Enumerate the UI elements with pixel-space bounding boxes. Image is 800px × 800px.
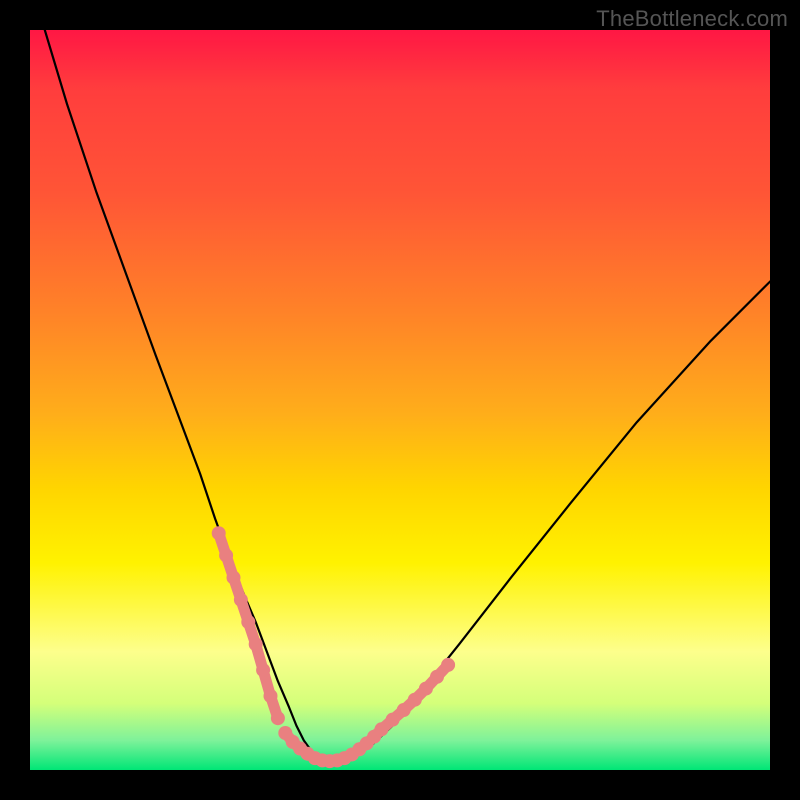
highlight-bottom <box>278 726 359 768</box>
highlight-left-dot <box>227 571 241 585</box>
highlight-right-dot <box>408 693 422 707</box>
highlight-left-dot <box>264 689 278 703</box>
highlight-left-dot <box>256 663 270 677</box>
highlight-left-dot <box>234 593 248 607</box>
highlight-right-dot <box>375 722 389 736</box>
highlight-right-dot <box>386 713 400 727</box>
curve-line <box>45 30 770 761</box>
highlight-left-dot <box>219 548 233 562</box>
highlight-right <box>352 658 455 756</box>
highlight-right-dot <box>397 703 411 717</box>
highlight-right-dot <box>430 670 444 684</box>
watermark-text: TheBottleneck.com <box>596 6 788 32</box>
highlight-left-dot <box>249 637 263 651</box>
highlight-left <box>212 526 285 725</box>
chart-svg <box>30 30 770 770</box>
highlight-right-dot <box>419 682 433 696</box>
highlight-left-dot <box>241 615 255 629</box>
highlight-right-dot <box>441 658 455 672</box>
chart-area <box>30 30 770 770</box>
highlight-left-dot <box>271 711 285 725</box>
highlight-left-dot <box>212 526 226 540</box>
